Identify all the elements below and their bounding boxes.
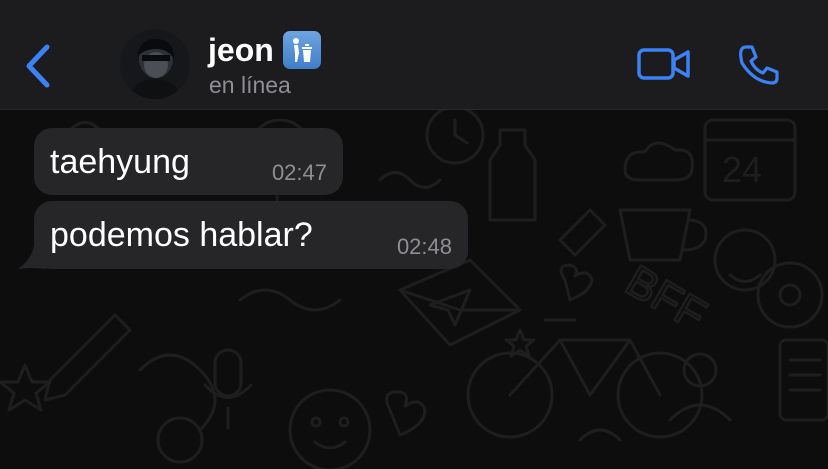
chat-area[interactable]: 24 BFF taehyung 02:47 podemos hablar? 02… [0,110,828,469]
phone-icon [739,45,779,85]
message-bubble[interactable]: taehyung 02:47 [34,128,343,195]
video-camera-icon [637,48,690,80]
profile-photo [120,29,190,99]
chat-screen: jeon en línea 24 BFF taehyung 02:47 pode… [0,0,828,469]
contact-status: en línea [209,72,291,98]
message-timestamp: 02:48 [396,234,452,259]
avatar[interactable] [120,29,190,99]
message-text: taehyung [50,143,190,181]
back-button[interactable] [18,38,58,94]
message-timestamp: 02:47 [271,160,327,185]
video-call-button[interactable] [636,42,692,86]
chat-header: jeon en línea [0,0,828,110]
svg-text:24: 24 [722,149,762,190]
chevron-left-icon [26,44,50,88]
message-bubble[interactable]: podemos hablar? 02:48 [34,201,468,269]
trash-can-icon [283,31,321,69]
contact-name[interactable]: jeon [208,30,274,70]
svg-text:BFF: BFF [618,256,714,340]
voice-call-button[interactable] [734,40,784,90]
message-text: podemos hablar? [50,216,313,254]
